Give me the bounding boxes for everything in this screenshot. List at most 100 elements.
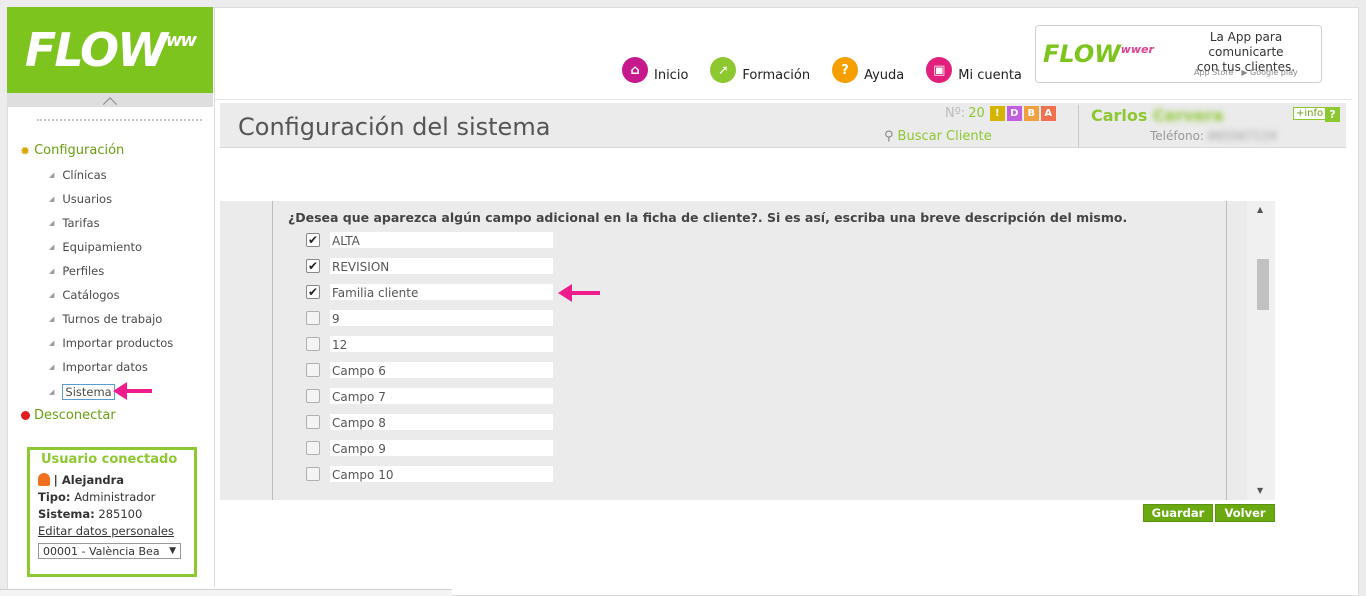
user-name: | Alejandra: [53, 473, 125, 487]
nav-rocket[interactable]: ➚ Formación: [710, 57, 810, 83]
nav-help[interactable]: ? Ayuda: [832, 57, 904, 83]
triangle-icon: ◢: [49, 388, 55, 396]
logout-link[interactable]: Desconectar: [21, 408, 116, 423]
extra-fields-panel: ¿Desea que aparezca algún campo adiciona…: [220, 201, 1247, 500]
nav-home[interactable]: ⌂ Inicio: [622, 57, 688, 83]
gear-icon: ✹: [20, 143, 31, 158]
extra-field-row: ✔ REVISION: [306, 257, 554, 275]
client-name[interactable]: Carlos Cervera: [1091, 106, 1223, 125]
extra-field-row: 9: [306, 309, 554, 327]
sidebar-item-turnos-de-trabajo[interactable]: ◢ Turnos de trabajo: [49, 312, 162, 326]
triangle-icon: ◢: [49, 195, 55, 203]
sidebar-item-tarifas[interactable]: ◢ Tarifas: [49, 216, 100, 230]
client-phone: Teléfono: 665567119: [1150, 129, 1277, 143]
help-button[interactable]: ?: [1325, 107, 1340, 122]
field-input[interactable]: 9: [329, 309, 554, 327]
triangle-icon: ◢: [49, 315, 55, 323]
save-button[interactable]: Guardar: [1143, 504, 1213, 522]
status-badge[interactable]: B: [1023, 106, 1039, 121]
field-checkbox[interactable]: ✔: [306, 259, 320, 273]
field-checkbox[interactable]: [306, 441, 320, 455]
field-checkbox[interactable]: [306, 363, 320, 377]
header-divider: [215, 99, 1352, 100]
triangle-icon: ◢: [49, 219, 55, 227]
extra-field-row: ✔ Familia cliente: [306, 283, 554, 301]
app-promo-banner[interactable]: FLOWwwer La App para comunicarte con tus…: [1035, 25, 1322, 83]
sidebar-item-importar-datos[interactable]: ◢ Importar datos: [49, 360, 148, 374]
counter: Nº: 20 ! D B A: [945, 106, 1056, 121]
sidebar-item-configuracion[interactable]: ✹ Configuración: [20, 143, 124, 158]
briefcase-icon: ▣: [926, 57, 953, 83]
field-checkbox[interactable]: [306, 389, 320, 403]
bottom-strip: [0, 589, 452, 596]
field-checkbox[interactable]: [306, 467, 320, 481]
triangle-icon: ◢: [49, 291, 55, 299]
field-input[interactable]: Campo 6: [329, 361, 554, 379]
status-badge[interactable]: A: [1040, 106, 1056, 121]
user-type: Administrador: [74, 490, 156, 504]
field-input[interactable]: Familia cliente: [329, 283, 554, 301]
clinic-select[interactable]: 00001 - València Bea ▼: [38, 543, 181, 559]
back-button[interactable]: Volver: [1215, 504, 1275, 522]
user-panel: Usuario conectado | Alejandra Tipo: Admi…: [27, 447, 197, 577]
field-checkbox[interactable]: ✔: [306, 233, 320, 247]
extra-field-row: 12: [306, 335, 554, 353]
chevron-up-icon: [102, 97, 118, 112]
sidebar-item-cl-nicas[interactable]: ◢ Clínicas: [49, 168, 107, 182]
edit-profile-link[interactable]: Editar datos personales: [38, 524, 174, 538]
collapse-toggle[interactable]: [7, 93, 213, 112]
field-input[interactable]: ALTA: [329, 231, 554, 249]
field-input[interactable]: Campo 9: [329, 439, 554, 457]
extra-field-row: Campo 6: [306, 361, 554, 379]
status-badge[interactable]: D: [1006, 106, 1022, 121]
field-input[interactable]: Campo 10: [329, 465, 554, 483]
triangle-icon: ◢: [49, 363, 55, 371]
user-panel-title: Usuario conectado: [41, 452, 178, 467]
help-icon: ?: [832, 57, 859, 83]
extra-field-row: ✔ ALTA: [306, 231, 554, 249]
scroll-down-icon[interactable]: ▼: [1257, 486, 1263, 495]
scroll-thumb[interactable]: [1257, 259, 1269, 310]
flow-logo[interactable]: FLOWww: [7, 7, 213, 93]
field-checkbox[interactable]: ✔: [306, 285, 320, 299]
title-bar: Configuración del sistema Nº: 20 ! D B A ⚲ …: [220, 103, 1346, 148]
nav-briefcase[interactable]: ▣ Mi cuenta: [926, 57, 1022, 83]
field-checkbox[interactable]: [306, 415, 320, 429]
google-play-link[interactable]: ▶ Google play: [1241, 68, 1297, 77]
field-input[interactable]: 12: [329, 335, 554, 353]
logout-icon: [21, 411, 30, 420]
app-promo-line1: La App para comunicarte: [1208, 30, 1284, 59]
field-checkbox[interactable]: [306, 311, 320, 325]
sidebar-item-perfiles[interactable]: ◢ Perfiles: [49, 264, 104, 278]
top-nav: ⌂ Inicio ➚ Formación ? Ayuda ▣ Mi cuenta: [622, 57, 1022, 83]
field-input[interactable]: Campo 8: [329, 413, 554, 431]
extra-field-row: Campo 9: [306, 439, 554, 457]
question-text: ¿Desea que aparezca algún campo adiciona…: [288, 210, 1128, 225]
sidebar-item-importar-productos[interactable]: ◢ Importar productos: [49, 336, 173, 350]
app-promo-logo: FLOWwwer: [1043, 40, 1154, 68]
sidebar-item-cat-logos[interactable]: ◢ Catálogos: [49, 288, 120, 302]
search-client-link[interactable]: ⚲ Buscar Cliente: [884, 129, 992, 144]
scroll-up-icon[interactable]: ▲: [1257, 205, 1263, 214]
extra-field-row: Campo 7: [306, 387, 554, 405]
search-icon: ⚲: [884, 129, 894, 144]
app-store-link[interactable]: App Store: [1194, 68, 1233, 77]
system-id: 285100: [98, 507, 143, 521]
home-icon: ⌂: [622, 57, 648, 83]
triangle-icon: ◢: [49, 171, 55, 179]
page-title: Configuración del sistema: [238, 113, 551, 141]
field-input[interactable]: REVISION: [329, 257, 554, 275]
sidebar-item-sistema[interactable]: ◢ Sistema: [49, 384, 115, 400]
annotation-arrow-sistema: [113, 382, 152, 400]
more-info-button[interactable]: +info: [1293, 107, 1327, 120]
triangle-icon: ◢: [49, 267, 55, 275]
status-badge[interactable]: !: [989, 106, 1005, 121]
extra-field-row: Campo 8: [306, 413, 554, 431]
field-checkbox[interactable]: [306, 337, 320, 351]
sidebar-item-usuarios[interactable]: ◢ Usuarios: [49, 192, 112, 206]
sidebar-root-label: Configuración: [34, 143, 125, 158]
sidebar-item-equipamiento[interactable]: ◢ Equipamiento: [49, 240, 142, 254]
field-input[interactable]: Campo 7: [329, 387, 554, 405]
form-scrollbar[interactable]: ▲ ▼: [1247, 201, 1275, 500]
chevron-down-icon: ▼: [169, 546, 176, 556]
